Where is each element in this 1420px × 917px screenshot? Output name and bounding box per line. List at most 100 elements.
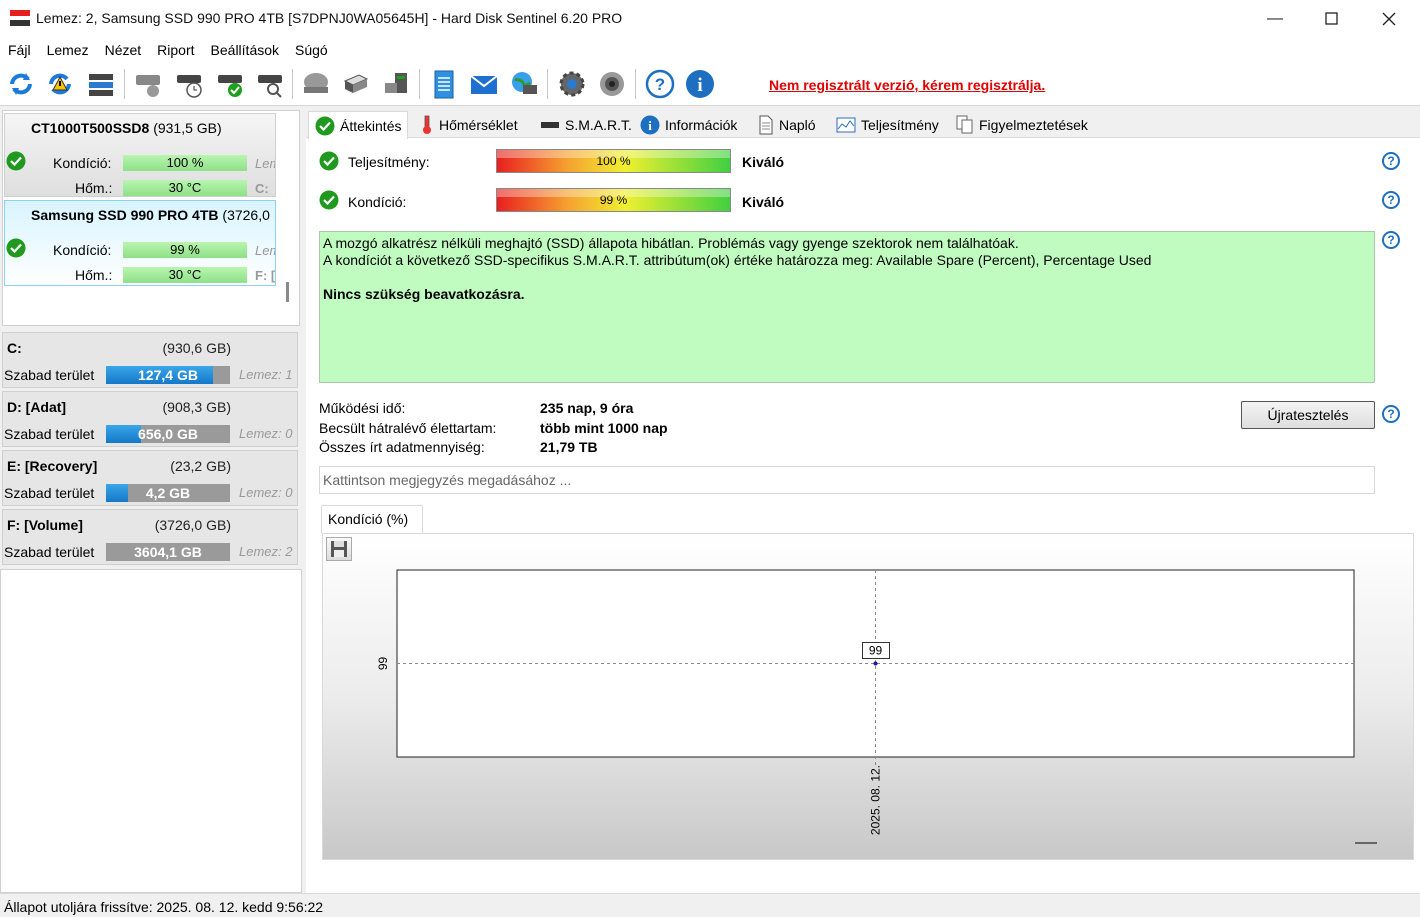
minimize-button[interactable]: — [1252, 0, 1298, 37]
main-panel: Áttekintés Hőmérséklet S.M.A.R.T. i Info… [306, 108, 1420, 893]
gear-icon [559, 71, 585, 97]
sound-button[interactable] [595, 67, 629, 101]
help-button[interactable]: ? [643, 67, 677, 101]
tab-information[interactable]: i Információk [634, 111, 743, 138]
refresh-warning-button[interactable] [43, 67, 77, 101]
condition-label: Kondíció: [53, 155, 112, 171]
help-icon: ? [645, 69, 675, 99]
condition-value: 99 % [123, 242, 247, 258]
disk-clipped-text: Lem [255, 156, 275, 171]
svg-text:i: i [648, 118, 652, 133]
check-icon [319, 151, 339, 171]
chart-icon [836, 117, 856, 132]
disk-list-button[interactable] [84, 67, 118, 101]
menu-report[interactable]: Riport [149, 42, 202, 58]
menu-view[interactable]: Nézet [97, 42, 150, 58]
status-message-bold: Nincs szükség beavatkozásra. [323, 286, 525, 302]
maximize-button[interactable] [1308, 0, 1354, 37]
temp-label: Hőm.: [75, 180, 113, 196]
data-label: 99 [869, 644, 883, 658]
disk-search-button[interactable] [253, 67, 287, 101]
free-space-bar: 4,2 GB [106, 484, 230, 502]
disk-card-ct1000[interactable]: CT1000T500SSD8 (931,5 GB) Kondíció: 100 … [4, 113, 276, 197]
status-message-box: A mozgó alkatrész nélküli meghajtó (SSD)… [319, 231, 1375, 383]
condition-value: 100 % [123, 155, 247, 171]
toolbar-separator [124, 69, 125, 99]
tab-performance[interactable]: Teljesítmény [830, 111, 945, 138]
help-icon[interactable]: ? [1382, 405, 1400, 423]
chart-resize-handle[interactable] [1355, 842, 1377, 844]
thermometer-icon [423, 115, 431, 134]
temp-value: 30 °C [123, 180, 247, 196]
tab-bar: Áttekintés Hőmérséklet S.M.A.R.T. i Info… [306, 108, 1420, 139]
scrollbar-thumb[interactable] [286, 282, 289, 302]
partition-c[interactable]: C: (930,6 GB) Szabad terület 127,4 GB Le… [2, 332, 298, 388]
tab-log[interactable]: Napló [752, 111, 822, 138]
copy-pages-icon [956, 115, 973, 133]
check-icon [6, 151, 26, 171]
menu-file[interactable]: Fájl [0, 42, 39, 58]
settings-button[interactable] [555, 67, 589, 101]
menu-settings[interactable]: Beállítások [203, 42, 287, 58]
tab-warnings[interactable]: Figyelmeztetések [950, 111, 1094, 138]
notepad-button[interactable] [427, 67, 461, 101]
document-icon [759, 115, 773, 134]
lifetime-value: több mint 1000 nap [540, 420, 668, 436]
status-message-line: A kondíciót a következő SSD-specifikus S… [323, 252, 1152, 268]
help-icon[interactable]: ? [1382, 231, 1400, 249]
performance-rating: Kiváló [742, 154, 785, 170]
app-icon [10, 10, 30, 26]
partition-f[interactable]: F: [Volume] (3726,0 GB) Szabad terület 3… [2, 509, 298, 565]
menu-bar: Fájl Lemez Nézet Riport Beállítások Súgó [0, 37, 1420, 63]
lifetime-label: Becsült hátralévő élettartam: [319, 420, 497, 436]
menu-disk[interactable]: Lemez [39, 42, 97, 58]
condition-label: Kondíció: [348, 194, 407, 210]
maximize-icon [1324, 12, 1338, 25]
partition-size: (23,2 GB) [170, 458, 231, 474]
menu-help[interactable]: Súgó [287, 42, 336, 58]
condition-label: Kondíció: [53, 242, 112, 258]
notepad-icon [434, 70, 454, 99]
tab-temperature[interactable]: Hőmérséklet [414, 111, 524, 138]
drive-icon [541, 121, 559, 128]
help-icon[interactable]: ? [1382, 152, 1400, 170]
free-space-label: Szabad terület [4, 544, 95, 560]
help-icon[interactable]: ? [1382, 191, 1400, 209]
note-input[interactable]: Kattintson megjegyzés megadásához ... [319, 466, 1375, 494]
network-disk-button[interactable] [379, 67, 413, 101]
temp-label: Hőm.: [75, 267, 113, 283]
retest-button[interactable]: Újratesztelés [1241, 401, 1375, 429]
chart-tab-condition[interactable]: Kondíció (%) [321, 505, 423, 533]
tab-label: Teljesítmény [861, 116, 939, 133]
partition-d[interactable]: D: [Adat] (908,3 GB) Szabad terület 656,… [2, 391, 298, 447]
info-button[interactable]: i [683, 67, 717, 101]
disk-gray-button[interactable] [131, 67, 165, 101]
tab-overview[interactable]: Áttekintés [308, 111, 409, 139]
disk-schedule-button[interactable] [172, 67, 206, 101]
mail-button[interactable] [467, 67, 501, 101]
globe-monitor-button[interactable] [507, 67, 541, 101]
disk-clock-icon [177, 75, 202, 98]
toolbar-separator [419, 69, 420, 99]
close-button[interactable] [1366, 0, 1412, 37]
free-space-value: 4,2 GB [145, 485, 191, 501]
refresh-button[interactable] [4, 67, 38, 101]
status-bar: Állapot utoljára frissítve: 2025. 08. 12… [0, 893, 1420, 917]
free-space-label: Szabad terület [4, 426, 95, 442]
usb-button[interactable] [339, 67, 373, 101]
free-space-bar: 3604,1 GB [106, 543, 230, 561]
disk-check-button[interactable] [213, 67, 247, 101]
tab-smart[interactable]: S.M.A.R.T. [534, 111, 638, 138]
partition-e[interactable]: E: [Recovery] (23,2 GB) Szabad terület 4… [2, 450, 298, 506]
tab-label: Áttekintés [340, 117, 402, 134]
free-space-bar: 127,4 GB [106, 366, 230, 384]
svg-text:i: i [697, 75, 702, 96]
disk-card-samsung[interactable]: Samsung SSD 990 PRO 4TB (3726,0 Kondíció… [4, 200, 276, 286]
svg-text:?: ? [655, 75, 665, 94]
disk-dome-button[interactable] [299, 67, 333, 101]
disk-dome-icon [304, 73, 328, 93]
temp-value: 30 °C [123, 267, 247, 283]
close-icon [1382, 12, 1396, 25]
disk-drive-letter: C: [255, 181, 269, 196]
register-link[interactable]: Nem regisztrált verzió, kérem regisztrál… [769, 77, 1045, 93]
